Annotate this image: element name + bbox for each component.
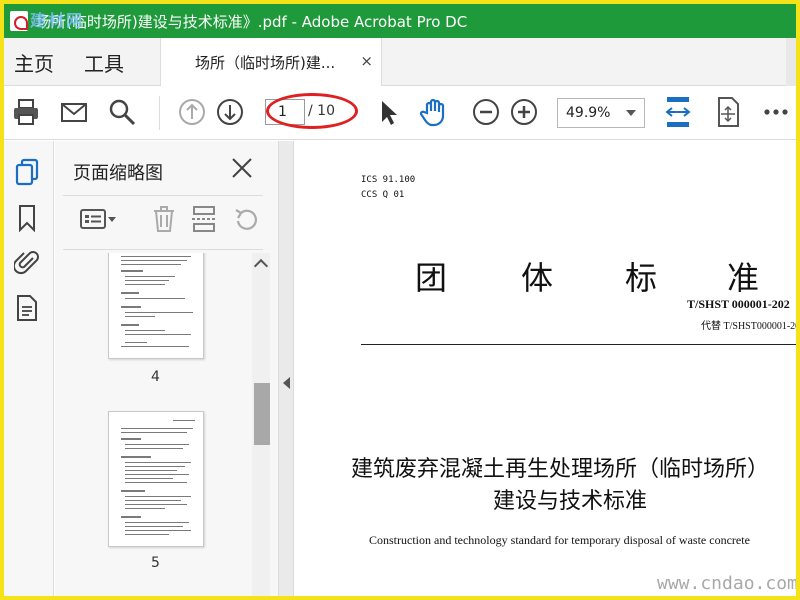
menu-tab-row: 主页 工具 场所（临时场所)建... × (4, 38, 796, 86)
next-page-icon[interactable] (214, 96, 246, 128)
more-options-icon[interactable] (760, 96, 792, 128)
acrobat-app-icon (10, 11, 28, 31)
fit-width-icon[interactable] (662, 96, 694, 128)
thumbnail-list: 4 5 (55, 253, 278, 596)
page-thumbnail-label: 5 (151, 555, 160, 571)
tab-tools[interactable]: 工具 (84, 48, 124, 77)
toolbar-separator (159, 96, 160, 130)
thumbnail-options-icon[interactable] (79, 205, 117, 233)
acrobat-window: 建材网 场所(临时场所)建设与技术标准》.pdf - Adobe Acrobat… (4, 4, 796, 596)
full-screen-icon[interactable] (712, 96, 744, 128)
standard-type-char: 团 (415, 259, 448, 297)
navigation-pane-strip (4, 141, 54, 596)
document-tab-label: 场所（临时场所)建... (195, 53, 336, 72)
thumbnail-scrollbar[interactable] (252, 253, 270, 596)
zoom-level-select[interactable]: 49.9% (557, 98, 645, 128)
annotation-circle (266, 93, 358, 129)
page-thumbnail-label: 4 (151, 369, 160, 385)
delete-page-icon[interactable] (151, 205, 177, 233)
window-title: 场所(临时场所)建设与技术标准》.pdf - Adobe Acrobat Pro… (36, 12, 468, 31)
collapse-pane-icon[interactable] (283, 377, 290, 389)
standard-number: T/SHST 000001-202 (687, 297, 790, 311)
scrollbar-thumb[interactable] (254, 383, 270, 445)
site-watermark: www.cndao.com (657, 573, 796, 594)
page-thumbnails-icon[interactable] (12, 157, 42, 187)
bookmark-icon[interactable] (12, 203, 42, 233)
tab-home[interactable]: 主页 (14, 48, 54, 77)
close-tab-icon[interactable]: × (360, 52, 373, 70)
zoom-out-icon[interactable] (470, 96, 502, 128)
standard-type-char: 准 (727, 259, 760, 297)
previous-page-icon[interactable] (176, 96, 208, 128)
insert-page-icon[interactable] (191, 205, 217, 233)
ics-code: ICS 91.100 (361, 175, 416, 185)
rotate-page-icon[interactable] (233, 205, 261, 233)
zoom-level-value: 49.9% (566, 105, 611, 121)
document-page: ICS 91.100 CCS Q 01 团 体 标 准 T/SHST 00000… (295, 141, 796, 596)
ccs-code: CCS Q 01 (361, 190, 405, 200)
pane-splitter[interactable] (278, 141, 294, 596)
print-icon[interactable] (10, 96, 42, 128)
document-properties-icon[interactable] (12, 293, 42, 323)
panel-title: 页面缩略图 (73, 163, 163, 184)
panel-divider (63, 249, 263, 250)
english-title: Construction and technology standard for… (369, 533, 750, 547)
page-thumbnail-4[interactable] (108, 253, 204, 359)
thumbnail-panel: 页面缩略图 4 5 (55, 141, 278, 596)
standard-type-char: 标 (625, 259, 658, 297)
close-panel-icon[interactable] (229, 155, 255, 181)
document-title-line-1: 建筑废弃混凝土再生处理场所（临时场所） (351, 457, 770, 482)
page-thumbnail-5[interactable] (108, 411, 204, 547)
title-bar: 建材网 场所(临时场所)建设与技术标准》.pdf - Adobe Acrobat… (4, 4, 796, 38)
email-icon[interactable] (58, 96, 90, 128)
hand-tool-icon[interactable] (418, 96, 450, 128)
panel-divider (63, 195, 263, 196)
zoom-in-icon[interactable] (508, 96, 540, 128)
select-cursor-icon[interactable] (372, 96, 404, 128)
chevron-down-icon (626, 110, 636, 116)
main-toolbar: 1 / 10 49.9% (4, 86, 796, 140)
standard-type-char: 体 (521, 259, 554, 297)
scroll-up-icon[interactable] (253, 258, 269, 274)
attachment-icon[interactable] (12, 247, 42, 277)
replaces-standard: 代替 T/SHST000001-20 (701, 321, 796, 332)
site-watermark: 建材网 (30, 11, 85, 30)
header-rule (361, 344, 796, 345)
tab-scroll-handle[interactable] (786, 38, 796, 86)
tab-document[interactable]: 场所（临时场所)建... × (160, 38, 382, 86)
document-title-line-2: 建设与技术标准 (493, 489, 648, 514)
search-icon[interactable] (106, 96, 138, 128)
